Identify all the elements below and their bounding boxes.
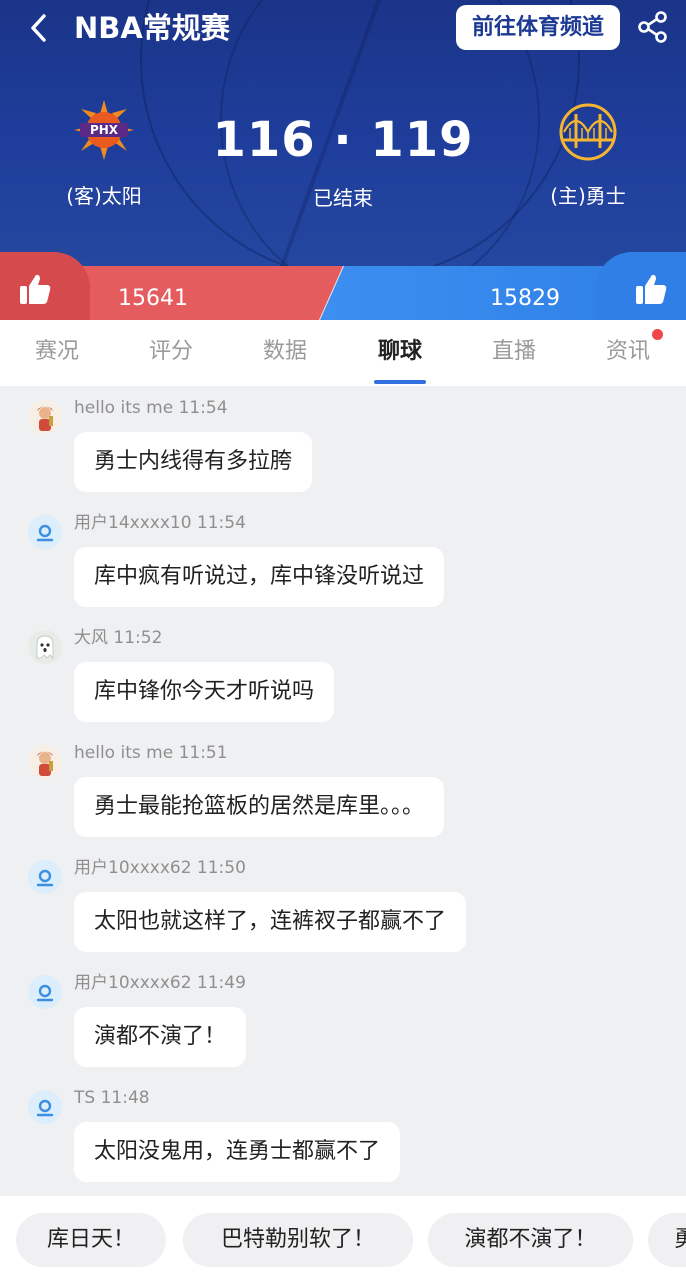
timestamp: 11:48 (100, 1088, 150, 1108)
username[interactable]: hello its me (74, 743, 173, 763)
default-user-icon[interactable] (28, 975, 62, 1009)
game-status: 已结束 (313, 186, 373, 210)
support-vote-bar: 15641 15829 (0, 252, 686, 320)
home-vote-count: 15829 (490, 286, 560, 311)
quick-reply-chip[interactable]: 勇 (648, 1213, 686, 1267)
message-bubble[interactable]: 库中锋你今天才听说吗 (74, 662, 335, 722)
tab-game-status[interactable]: 赛况 (17, 334, 97, 374)
news-notification-dot (652, 329, 663, 340)
home-team-name[interactable]: (主)勇士 (518, 182, 658, 210)
score: 116 · 119 (212, 112, 474, 168)
default-user-icon[interactable] (28, 515, 62, 549)
quick-reply-chip[interactable]: 巴特勒别软了！ (183, 1213, 413, 1267)
cartoon-avatar[interactable] (28, 400, 62, 434)
timestamp: 11:49 (196, 973, 246, 993)
username[interactable]: TS (74, 1088, 95, 1108)
message-bubble[interactable]: 库中疯有听说过，库中锋没听说过 (74, 547, 445, 607)
suns-logo-text: PHX (90, 123, 119, 137)
message-bubble[interactable]: 演都不演了！ (74, 1007, 247, 1067)
timestamp: 11:54 (178, 398, 228, 418)
tab-ratings[interactable]: 评分 (131, 334, 211, 374)
game-header: NBA常规赛 前往体育频道 PHX (客)太阳 116 · 119 已结束 (主… (0, 0, 686, 266)
message-bubble[interactable]: 勇士内线得有多拉胯 (74, 432, 313, 492)
username[interactable]: 用户10xxxx62 (74, 973, 192, 993)
away-vote-count: 15641 (118, 286, 188, 311)
tab-bar: 赛况 评分 数据 聊球 直播 资讯 (0, 320, 686, 386)
username[interactable]: 用户14xxxx10 (74, 513, 192, 533)
timestamp: 11:51 (178, 743, 228, 763)
message-meta: 用户10xxxx62 11:49 (74, 971, 246, 995)
message-meta: 用户14xxxx10 11:54 (74, 511, 246, 535)
message-meta: hello its me 11:54 (74, 396, 228, 420)
cartoon-avatar[interactable] (28, 745, 62, 779)
message-meta: 大风 11:52 (74, 626, 162, 650)
default-user-icon[interactable] (28, 860, 62, 894)
timestamp: 11:50 (196, 858, 246, 878)
username[interactable]: 大风 (74, 628, 108, 648)
message-bubble[interactable]: 太阳也就这样了，连裤衩子都赢不了 (74, 892, 467, 952)
quick-reply-chip[interactable]: 演都不演了！ (428, 1213, 633, 1267)
ghost-avatar[interactable] (28, 630, 62, 664)
message-meta: hello its me 11:51 (74, 741, 228, 765)
username[interactable]: 用户10xxxx62 (74, 858, 192, 878)
chevron-left-icon[interactable] (22, 10, 58, 46)
chat-list[interactable]: hello its me 11:54 勇士内线得有多拉胯 用户14xxxx10 … (0, 386, 686, 1196)
message-meta: TS 11:48 (74, 1086, 150, 1110)
tab-stats[interactable]: 数据 (245, 334, 325, 374)
timestamp: 11:52 (113, 628, 163, 648)
message-meta: 用户10xxxx62 11:50 (74, 856, 246, 880)
share-icon[interactable] (636, 10, 670, 44)
username[interactable]: hello its me (74, 398, 173, 418)
quick-reply-chip[interactable]: 库日天！ (16, 1213, 166, 1267)
warriors-logo[interactable] (558, 102, 622, 166)
tab-live[interactable]: 直播 (474, 334, 554, 374)
tab-news[interactable]: 资讯 (588, 334, 668, 374)
thumbs-up-icon[interactable] (634, 272, 668, 306)
quick-reply-bar: 库日天！ 巴特勒别软了！ 演都不演了！ 勇 (0, 1196, 686, 1280)
timestamp: 11:54 (196, 513, 246, 533)
away-team-name[interactable]: (客)太阳 (34, 182, 174, 210)
message-bubble[interactable]: 太阳没鬼用，连勇士都赢不了 (74, 1122, 401, 1182)
tab-chat[interactable]: 聊球 (360, 334, 440, 374)
default-user-icon[interactable] (28, 1090, 62, 1124)
active-tab-indicator (374, 380, 426, 384)
sports-channel-button[interactable]: 前往体育频道 (456, 5, 620, 50)
page-title: NBA常规赛 (74, 11, 230, 45)
message-bubble[interactable]: 勇士最能抢篮板的居然是库里。。。 (74, 777, 445, 837)
suns-logo[interactable]: PHX (72, 98, 136, 162)
thumbs-up-icon[interactable] (18, 272, 52, 306)
